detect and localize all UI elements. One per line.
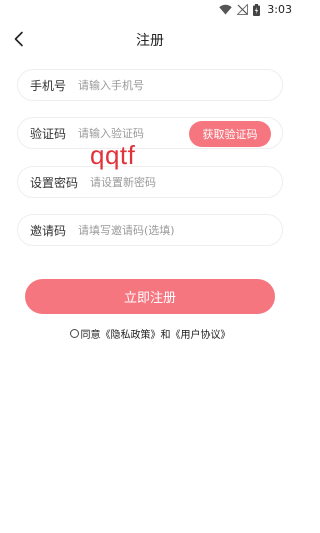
status-bar: 3:03: [0, 0, 300, 22]
privacy-policy-link[interactable]: 《隐私政策》: [101, 326, 161, 341]
status-time: 3:03: [267, 3, 292, 16]
phone-input[interactable]: [78, 78, 282, 92]
invite-input[interactable]: [78, 223, 282, 237]
nav-bar: 注册: [0, 22, 300, 56]
phone-field[interactable]: 手机号: [17, 69, 283, 101]
battery-icon: [253, 3, 261, 16]
agreement-prefix: 同意: [80, 330, 101, 341]
invite-label: 邀请码: [30, 223, 67, 238]
get-code-button[interactable]: 获取验证码: [189, 121, 271, 147]
agree-checkbox[interactable]: [69, 329, 79, 338]
code-field[interactable]: 验证码 获取验证码: [17, 117, 283, 149]
password-input[interactable]: [90, 175, 282, 189]
register-button[interactable]: 立即注册: [25, 279, 275, 314]
no-signal-icon: [237, 4, 249, 15]
wifi-icon: [219, 4, 232, 15]
user-agreement-link[interactable]: 《用户协议》: [171, 326, 231, 341]
password-field[interactable]: 设置密码: [17, 166, 283, 198]
watermark: qqtf: [90, 140, 136, 170]
page-title: 注册: [136, 33, 164, 49]
agreement: 同意 《隐私政策》 和 《用户协议》: [0, 326, 300, 341]
agreement-and: 和: [160, 330, 171, 341]
code-label: 验证码: [30, 126, 67, 141]
invite-field[interactable]: 邀请码: [17, 214, 283, 246]
phone-label: 手机号: [30, 78, 67, 93]
password-label: 设置密码: [30, 175, 79, 190]
status-icons: 3:03: [219, 3, 292, 16]
